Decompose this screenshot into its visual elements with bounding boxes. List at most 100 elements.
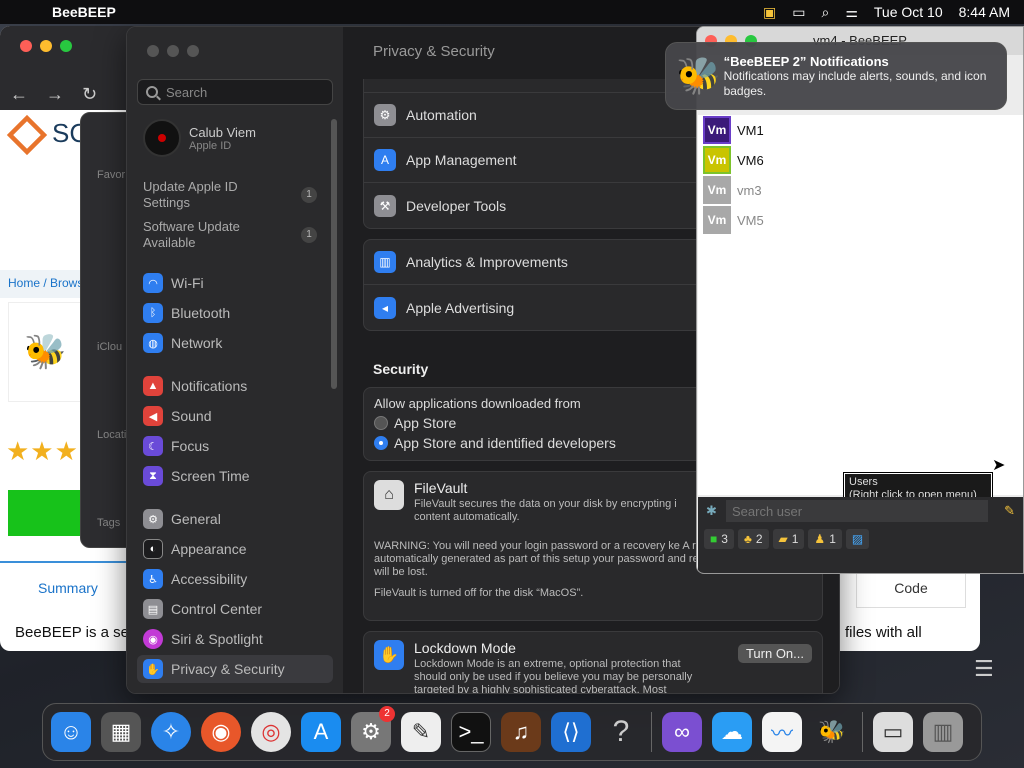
beebeep-bee-icon: 🐝 — [676, 55, 721, 96]
user-avatar: Vm — [703, 206, 731, 234]
minimize-window-button[interactable] — [167, 45, 179, 57]
puzzle-icon[interactable]: ✱ — [706, 503, 717, 519]
search-user-input[interactable] — [726, 500, 988, 522]
files-button[interactable]: ▨ — [845, 529, 870, 549]
sidebar-item-bluetooth[interactable]: ᛒ Bluetooth — [137, 299, 333, 327]
sidebar-item-label: Bluetooth — [171, 305, 231, 321]
network-icon: ◍ — [143, 333, 163, 353]
settings-search-field[interactable]: Search — [137, 79, 333, 105]
clear-search-icon[interactable]: ✎ — [1004, 503, 1015, 519]
chrome-icon[interactable]: ◎ — [251, 712, 291, 752]
sidebar-item-general[interactable]: ⚙ General — [137, 505, 333, 533]
help-icon[interactable]: ? — [601, 712, 641, 752]
vscode-icon[interactable]: ⟨⟩ — [551, 712, 591, 752]
beebeep-menubar-icon[interactable]: ▣ — [763, 4, 776, 21]
user-name: VM6 — [737, 152, 764, 168]
browser-nav: ← → ↻ — [10, 84, 97, 105]
sidebar-item-network[interactable]: ◍ Network — [137, 329, 333, 357]
update-apple-id-item[interactable]: Update Apple ID Settings 1 — [143, 179, 323, 211]
user-list[interactable]: Vm VM1 Vm VM6 Vm vm3 Vm VM5 Users (Right… — [698, 115, 1023, 573]
turn-on-button[interactable]: Turn On... — [737, 644, 812, 663]
zoom-window-button[interactable] — [60, 40, 72, 52]
radio-button[interactable] — [374, 416, 388, 430]
menu-time[interactable]: 8:44 AM — [959, 4, 1010, 20]
notification-title: “BeeBEEP 2” Notifications — [723, 53, 889, 69]
software-update-item[interactable]: Software Update Available 1 — [143, 219, 323, 251]
sidebar-item-label: Siri & Spotlight — [171, 631, 263, 647]
accessibility-icon: ♿ — [143, 569, 163, 589]
list-item[interactable]: Vm vm3 — [698, 175, 1023, 205]
spotlight-search-icon[interactable]: ⌕ — [821, 4, 829, 21]
sidebar-item-appearance[interactable]: ◐ Appearance — [137, 535, 333, 563]
forward-icon[interactable]: → — [46, 84, 64, 105]
minimize-window-button[interactable] — [40, 40, 52, 52]
app-name-menu[interactable]: BeeBEEP — [52, 4, 116, 20]
visual-studio-icon[interactable]: ∞ — [662, 712, 702, 752]
safari-icon[interactable]: ✧ — [151, 712, 191, 752]
list-item[interactable]: Vm VM5 — [698, 205, 1023, 235]
firefox-icon[interactable]: ◉ — [201, 712, 241, 752]
sidebar-item-control-center[interactable]: ▤ Control Center — [137, 595, 333, 623]
sidebar-item-siri-spotlight[interactable]: ◉ Siri & Spotlight — [137, 625, 333, 653]
user-name: VM5 — [737, 212, 764, 228]
tab-summary[interactable]: Summary — [38, 580, 98, 596]
back-icon[interactable]: ← — [10, 84, 28, 105]
notification-message: Notifications may include alerts, sounds… — [723, 68, 987, 98]
guitar-icon[interactable]: ♫ — [501, 712, 541, 752]
sidebar-item-sound[interactable]: ◀ Sound — [137, 402, 333, 430]
list-item[interactable]: Vm VM1 — [698, 115, 1023, 145]
groups-count-button[interactable]: ▰ 1 — [772, 529, 805, 549]
system-settings-icon[interactable]: ⚙ 2 — [351, 706, 395, 752]
close-window-button[interactable] — [147, 45, 159, 57]
notifications-icon: ▲ — [143, 376, 163, 396]
close-window-button[interactable] — [20, 40, 32, 52]
sidebar-item-label: Screen Time — [171, 468, 250, 484]
radio-button-selected[interactable] — [374, 436, 388, 450]
finder-icon[interactable]: ☺ — [51, 712, 91, 752]
trash-icon[interactable]: ▥ — [923, 712, 963, 752]
hammer-icon: ⚒ — [374, 194, 396, 217]
menu-date[interactable]: Tue Oct 10 — [874, 4, 943, 20]
download-button[interactable] — [8, 490, 88, 536]
reload-icon[interactable]: ↻ — [82, 84, 97, 105]
control-center-icon[interactable]: ⚌ — [845, 4, 858, 21]
notification-banner[interactable]: 🐝 “BeeBEEP 2” Notifications Notification… — [665, 42, 1007, 110]
account-subtitle: Apple ID — [189, 139, 232, 152]
apple-id-account[interactable]: Calub Viem Apple ID — [143, 119, 256, 157]
sidebar-item-screen-time[interactable]: ⧗ Screen Time — [137, 462, 333, 490]
finder-tags-label: Tags — [97, 517, 121, 529]
dock-separator — [651, 712, 652, 752]
network-count-button[interactable]: ♟ 1 — [808, 529, 842, 549]
tab-code[interactable]: Code — [856, 568, 966, 608]
sidebar-item-notifications[interactable]: ▲ Notifications — [137, 372, 333, 400]
megaphone-icon: ◂ — [374, 296, 396, 319]
textedit-icon[interactable]: ✎ — [401, 712, 441, 752]
weather-icon[interactable]: ☁ — [712, 712, 752, 752]
breadcrumb[interactable]: Home / Brows — [8, 276, 83, 290]
finder-favorites-label: Favor — [97, 169, 126, 181]
terminal-icon[interactable]: >_ — [451, 712, 491, 752]
window-icon[interactable]: ▭ — [792, 4, 805, 21]
sidebar-scrollbar[interactable] — [331, 119, 337, 389]
freeform-icon[interactable]: 〰 — [762, 712, 802, 752]
zoom-window-button[interactable] — [187, 45, 199, 57]
sidebar-item-focus[interactable]: ☾ Focus — [137, 432, 333, 460]
dock: ☺ ▦ ✧ ◉ ◎ A ⚙ 2 ✎ >_ ♫ ⟨⟩ ? ∞ ☁ 〰 🐝 ▭ ▥ — [42, 703, 982, 761]
control-center-icon: ▤ — [143, 599, 163, 619]
launchpad-icon[interactable]: ▦ — [101, 712, 141, 752]
filevault-title: FileVault — [414, 480, 468, 496]
list-item[interactable]: Vm VM6 — [698, 145, 1023, 175]
users-count-button[interactable]: ♣ 2 — [737, 529, 769, 549]
chat-count-button[interactable]: ■ 3 — [704, 529, 734, 549]
screenshot-icon[interactable]: ▭ — [873, 712, 913, 752]
house-lock-icon: ⌂ — [374, 480, 404, 510]
beebeep-icon[interactable]: 🐝 — [812, 712, 852, 752]
sidebar-item-accessibility[interactable]: ♿ Accessibility — [137, 565, 333, 593]
sidebar-item-wifi[interactable]: ◠ Wi-Fi — [137, 269, 333, 297]
beebeep-status-bar: ■ 3 ♣ 2 ▰ 1 ♟ 1 ▨ — [698, 525, 1023, 573]
sidebar-item-privacy-security[interactable]: ✋ Privacy & Security — [137, 655, 333, 683]
sliders-icon[interactable]: ☰ — [974, 656, 994, 682]
site-logo-icon[interactable] — [6, 114, 48, 156]
chat-count: 3 — [721, 532, 728, 546]
app-store-icon[interactable]: A — [301, 712, 341, 752]
